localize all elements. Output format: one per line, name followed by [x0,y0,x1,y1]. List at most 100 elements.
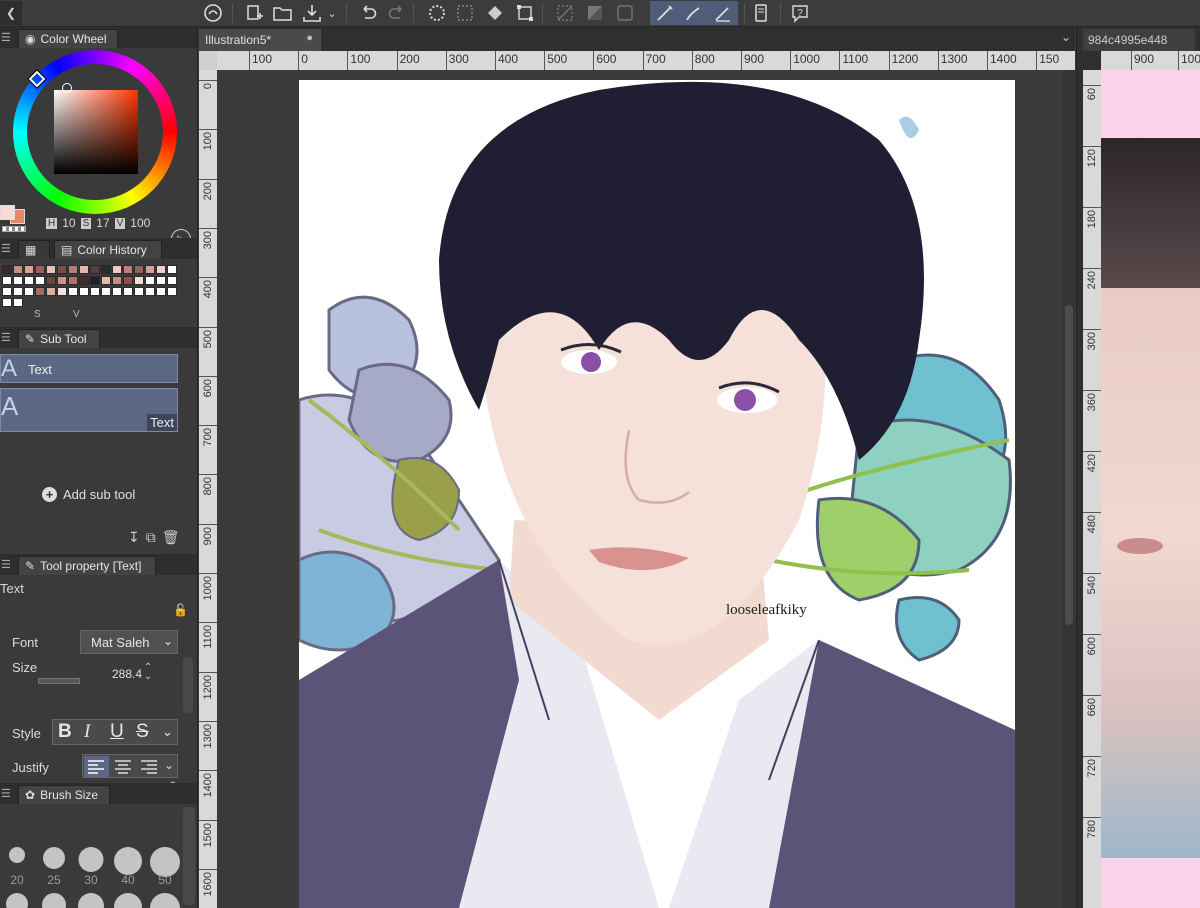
tab-brush-size[interactable]: ✿ Brush Size [18,785,110,804]
help-icon[interactable]: ? [787,1,813,25]
color-history-swatch[interactable] [68,276,78,285]
redo-icon[interactable] [384,1,410,25]
color-history-swatch[interactable] [13,265,23,274]
color-history-swatch[interactable] [101,265,111,274]
pen-icon[interactable] [650,1,680,25]
collapse-left-icon[interactable]: ❮ [0,1,22,25]
color-history-swatch[interactable] [35,265,45,274]
brush-size-option[interactable]: 40 [111,843,145,887]
color-history-swatch[interactable] [79,287,89,296]
color-history-swatch[interactable] [79,265,89,274]
color-history-swatch[interactable] [46,265,56,274]
trash-icon[interactable]: 🗑 [162,529,180,546]
lock-icon[interactable]: 🔓 [173,603,188,617]
open-icon[interactable] [270,1,296,25]
companion-icon[interactable] [200,1,226,25]
tab-illustration5[interactable]: Illustration5* ● [199,29,321,51]
color-history-swatch[interactable] [2,287,12,296]
color-history-swatch[interactable] [35,276,45,285]
brush-size-option[interactable]: 80 [74,889,108,908]
size-slider[interactable] [38,678,80,684]
selection-icon[interactable] [612,1,638,25]
color-history-swatch[interactable] [90,276,100,285]
menu-icon[interactable]: ☰ [1,242,11,255]
color-history-swatch[interactable] [90,287,100,296]
transparent-swatch[interactable] [2,226,26,232]
color-history-swatch[interactable] [24,276,34,285]
size-value[interactable]: 288.4 [112,667,142,681]
italic-button[interactable]: I [84,721,106,743]
color-history-swatch[interactable] [35,287,45,296]
device-icon[interactable] [748,1,774,25]
scrollbar[interactable] [183,657,193,713]
color-history-swatch[interactable] [24,265,34,274]
justify-right-button[interactable] [137,756,162,777]
color-history-swatch[interactable] [2,265,12,274]
tab-tool-property[interactable]: ✎ Tool property [Text] [18,556,156,575]
tab-color-wheel[interactable]: ◉ Color Wheel [18,29,118,48]
color-history-swatch[interactable] [2,276,12,285]
new-icon[interactable] [241,1,267,25]
color-history-swatch[interactable] [13,287,23,296]
chevron-down-icon[interactable]: ⌄ [164,758,174,772]
invert-icon[interactable] [582,1,608,25]
color-history-swatch[interactable] [13,276,23,285]
color-history-swatch[interactable] [156,265,166,274]
font-select[interactable]: Mat Saleh ⌄ [80,630,178,654]
bold-button[interactable]: B [58,721,80,743]
canvas-vertical-scrollbar[interactable] [1063,70,1075,908]
scrollbar[interactable] [183,807,195,905]
brush-size-option[interactable]: 100 [111,889,145,908]
color-history-swatch[interactable] [123,265,133,274]
brush-size-option[interactable]: 50 [148,843,182,887]
ruler-icon[interactable] [708,1,738,25]
size-stepper[interactable]: ⌃ ⌄ [144,663,152,682]
saturation-value-square[interactable] [54,90,138,174]
color-history-swatch[interactable] [13,298,23,307]
brush-size-option[interactable]: 120 [148,889,182,908]
tab-reference[interactable]: 984c4995e448 [1083,29,1195,51]
menu-icon[interactable]: ☰ [1,558,11,571]
tab-color-set[interactable]: ▦ [18,240,50,259]
color-history-swatch[interactable] [57,265,67,274]
color-history-swatch[interactable] [57,287,67,296]
close-dot-icon[interactable]: ● [306,32,313,44]
underline-button[interactable]: U [110,721,132,743]
color-history-swatch[interactable] [68,287,78,296]
menu-icon[interactable]: ☰ [1,787,11,800]
color-history-swatch[interactable] [156,287,166,296]
brush-size-option[interactable]: 70 [37,889,71,908]
transform-icon[interactable] [512,1,538,25]
menu-icon[interactable]: ☰ [1,31,11,44]
brush-size-option[interactable]: 25 [37,843,71,887]
menu-icon[interactable]: ☰ [1,331,11,344]
deselect-icon[interactable] [552,1,578,25]
color-history-swatch[interactable] [90,265,100,274]
justify-left-button[interactable] [84,756,109,777]
color-history-swatch[interactable] [134,276,144,285]
color-history-swatch[interactable] [79,276,89,285]
tab-color-history[interactable]: ▤ Color History [54,240,162,259]
color-history-swatch[interactable] [57,276,67,285]
color-history-swatch[interactable] [145,276,155,285]
loading-icon[interactable] [424,1,450,25]
brush-size-option[interactable]: 20 [0,843,34,887]
select-icon[interactable] [452,1,478,25]
color-history-swatch[interactable] [167,287,177,296]
color-history-swatch[interactable] [123,276,133,285]
color-history-swatch[interactable] [167,265,177,274]
color-history-swatch[interactable] [167,276,177,285]
color-history-swatch[interactable] [123,287,133,296]
color-history-swatch[interactable] [134,265,144,274]
strikethrough-button[interactable]: S [136,721,158,743]
brush-size-option[interactable]: 60 [0,889,34,908]
duplicate-icon[interactable]: ⧉ [146,529,156,546]
color-history-swatch[interactable] [46,276,56,285]
color-history-swatch[interactable] [156,276,166,285]
fill-icon[interactable] [482,1,508,25]
chevron-down-icon[interactable]: ⌄ [1061,30,1071,44]
save-icon[interactable] [299,1,325,25]
add-sub-tool-button[interactable]: + Add sub tool [42,487,135,502]
color-history-swatch[interactable] [101,276,111,285]
color-history-swatch[interactable] [134,287,144,296]
